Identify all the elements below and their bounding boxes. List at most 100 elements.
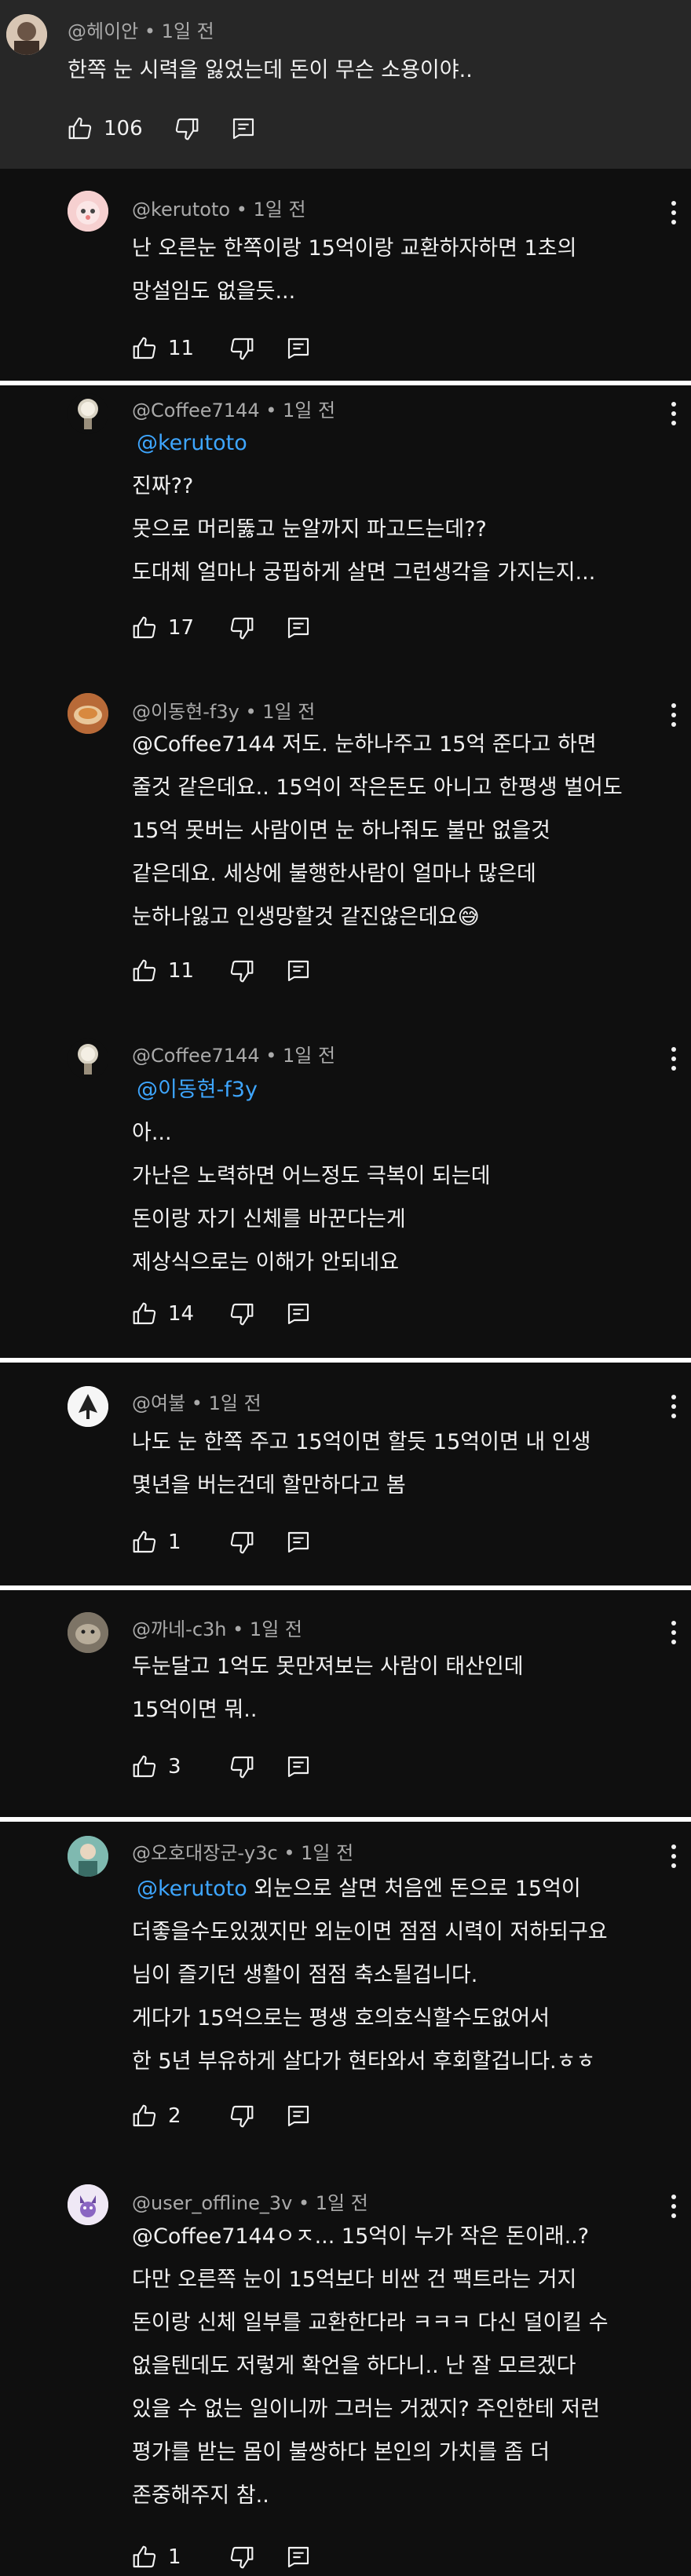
like-count: 11 (168, 337, 195, 360)
like-button[interactable]: 17 (132, 615, 198, 640)
comment-author[interactable]: @오호대장군-y3c (132, 1842, 278, 1864)
more-options-button[interactable] (667, 1043, 680, 1075)
dislike-button[interactable] (229, 615, 254, 640)
comment-actions: 11 (132, 955, 342, 987)
avatar[interactable] (68, 693, 108, 734)
thumbs-down-icon (230, 617, 254, 640)
comment-actions: 106 (68, 113, 287, 144)
thumbs-up-icon (133, 2545, 156, 2568)
avatar[interactable] (6, 14, 47, 55)
like-button[interactable]: 106 (68, 116, 143, 141)
reply-button[interactable] (231, 116, 256, 141)
dislike-button[interactable] (229, 2545, 254, 2570)
thumbs-down-icon (175, 118, 199, 140)
comment-time: 1일 전 (262, 701, 316, 723)
comment-author[interactable]: @Coffee7144 (132, 1045, 260, 1067)
comment-author[interactable]: @까네-c3h (132, 1618, 227, 1640)
comment-author[interactable]: @kerutoto (132, 199, 230, 221)
avatar[interactable] (68, 191, 108, 232)
thumbs-down-icon (230, 1756, 254, 1779)
comment-text: @Coffee7144ㅇㅈ... 15억이 누가 작은 돈이래..? 다만 오른… (132, 2224, 609, 2508)
avatar[interactable] (68, 1612, 108, 1653)
thumbs-up-icon (133, 337, 156, 359)
comment-author[interactable]: @헤이안 (68, 20, 138, 42)
reply-icon (287, 960, 309, 982)
comment-time: 1일 전 (283, 400, 336, 421)
comment-time: 1일 전 (315, 2192, 368, 2214)
comment-actions: 11 (132, 333, 342, 364)
like-button[interactable]: 1 (132, 2545, 198, 2570)
comment-actions: 2 (132, 2100, 342, 2132)
more-options-button[interactable] (667, 197, 680, 228)
dislike-button[interactable] (229, 958, 254, 983)
reply-button[interactable] (286, 615, 311, 640)
dislike-button[interactable] (229, 1530, 254, 1555)
reply-thread: @Coffee7144 • 1일 전 @kerutoto 진짜?? 못으로 머리… (0, 385, 691, 1358)
comment-actions: 1 (132, 2541, 342, 2573)
more-options-button[interactable] (667, 699, 680, 731)
like-count: 3 (168, 1755, 181, 1779)
like-count: 14 (168, 1302, 195, 1326)
reply-thread: @여불 • 1일 전 나도 눈 한쪽 주고 15억이면 할듯 15억이면 내 인… (0, 1363, 691, 1585)
more-options-button[interactable] (667, 1841, 680, 1872)
comment-text: 난 오른눈 한쪽이랑 15억이랑 교환하자하면 1초의 망설임도 없을듯... (132, 236, 577, 304)
avatar[interactable] (68, 393, 108, 434)
mention-link[interactable]: @kerutoto (132, 431, 247, 455)
like-button[interactable]: 11 (132, 958, 198, 983)
comment-text: @kerutoto 외눈으로 살면 처음엔 돈으로 15억이 더좋을수도있겠지만… (132, 1877, 608, 2074)
thumbs-up-icon (68, 117, 92, 140)
thumbs-up-icon (133, 1302, 156, 1325)
like-button[interactable]: 14 (132, 1301, 198, 1326)
avatar[interactable] (68, 1038, 108, 1079)
thumbs-down-icon (230, 2546, 254, 2569)
mention-link[interactable]: @kerutoto (132, 1877, 247, 1901)
comment-author[interactable]: @user_offline_3v (132, 2192, 292, 2214)
like-button[interactable]: 11 (132, 336, 198, 361)
dislike-button[interactable] (229, 336, 254, 361)
more-options-button[interactable] (667, 1617, 680, 1648)
more-options-button[interactable] (667, 1391, 680, 1422)
reply-button[interactable] (286, 1754, 311, 1779)
avatar[interactable] (68, 2184, 108, 2225)
comment-author[interactable]: @여불 (132, 1392, 185, 1414)
reply-button[interactable] (286, 336, 311, 361)
reply-icon (287, 1756, 309, 1778)
reply-icon (287, 617, 309, 639)
mention-link[interactable]: @이동현-f3y (132, 1078, 258, 1102)
more-options-button[interactable] (667, 2191, 680, 2222)
comment-text: 한쪽 눈 시력을 잃었는데 돈이 무슨 소용이야.. (68, 58, 473, 82)
comment-text: @kerutoto 진짜?? 못으로 머리뚫고 눈알까지 파고드는데?? 도대체… (132, 431, 596, 585)
reply-thread: @kerutoto • 1일 전 난 오른눈 한쪽이랑 15억이랑 교환하자하면… (0, 169, 691, 381)
reply-button[interactable] (286, 2103, 311, 2129)
reply-button[interactable] (286, 958, 311, 983)
thumbs-down-icon (230, 960, 254, 983)
thumbs-down-icon (230, 2105, 254, 2128)
reply-button[interactable] (286, 2545, 311, 2570)
reply-button[interactable] (286, 1530, 311, 1555)
thumbs-down-icon (230, 1303, 254, 1326)
like-count: 106 (104, 117, 143, 140)
dislike-button[interactable] (229, 2103, 254, 2129)
reply-icon (287, 1531, 309, 1553)
reply-button[interactable] (286, 1301, 311, 1326)
thumbs-down-icon (230, 338, 254, 360)
comment-actions: 17 (132, 612, 342, 644)
like-button[interactable]: 2 (132, 2103, 198, 2129)
like-button[interactable]: 1 (132, 1530, 198, 1555)
dislike-button[interactable] (174, 116, 199, 141)
avatar[interactable] (68, 1386, 108, 1427)
comment-actions: 1 (132, 1527, 342, 1558)
avatar[interactable] (68, 1836, 108, 1877)
more-options-button[interactable] (667, 398, 680, 429)
thumbs-up-icon (133, 959, 156, 982)
comments-page: @헤이안 • 1일 전 한쪽 눈 시력을 잃었는데 돈이 무슨 소용이야.. 1… (0, 0, 691, 2576)
thumbs-down-icon (230, 1531, 254, 1554)
comment-author[interactable]: @이동현-f3y (132, 701, 239, 723)
like-button[interactable]: 3 (132, 1754, 198, 1779)
dislike-button[interactable] (229, 1754, 254, 1779)
comment-actions: 3 (132, 1751, 342, 1782)
comment-author[interactable]: @Coffee7144 (132, 400, 260, 421)
comment-time: 1일 전 (253, 199, 306, 221)
dislike-button[interactable] (229, 1301, 254, 1326)
reply-icon (232, 118, 254, 140)
